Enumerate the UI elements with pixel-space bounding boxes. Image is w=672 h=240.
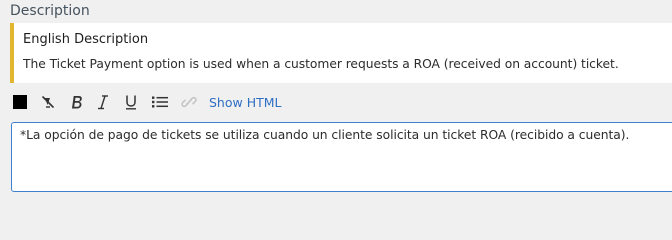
link-icon bbox=[181, 96, 197, 108]
bullet-list-icon bbox=[152, 96, 168, 108]
underline-button[interactable] bbox=[123, 91, 139, 113]
description-editor[interactable]: *La opción de pago de tickets se utiliza… bbox=[11, 122, 672, 192]
bold-button[interactable] bbox=[68, 91, 84, 113]
english-description-text: The Ticket Payment option is used when a… bbox=[23, 57, 619, 71]
english-description-title: English Description bbox=[23, 32, 149, 47]
italic-icon bbox=[98, 95, 108, 110]
italic-button[interactable] bbox=[95, 91, 111, 113]
description-label: Description bbox=[10, 3, 90, 19]
color-swatch bbox=[13, 95, 27, 109]
clear-format-icon bbox=[42, 96, 54, 108]
bold-icon bbox=[71, 96, 82, 109]
editor-toolbar: Show HTML bbox=[10, 91, 670, 113]
link-button[interactable] bbox=[180, 91, 198, 113]
underline-icon bbox=[126, 95, 136, 110]
bullet-list-button[interactable] bbox=[150, 91, 170, 113]
text-color-button[interactable] bbox=[12, 91, 28, 113]
english-description-panel: English Description The Ticket Payment o… bbox=[10, 23, 672, 83]
clear-format-button[interactable] bbox=[39, 91, 57, 113]
show-html-link[interactable]: Show HTML bbox=[209, 91, 282, 113]
